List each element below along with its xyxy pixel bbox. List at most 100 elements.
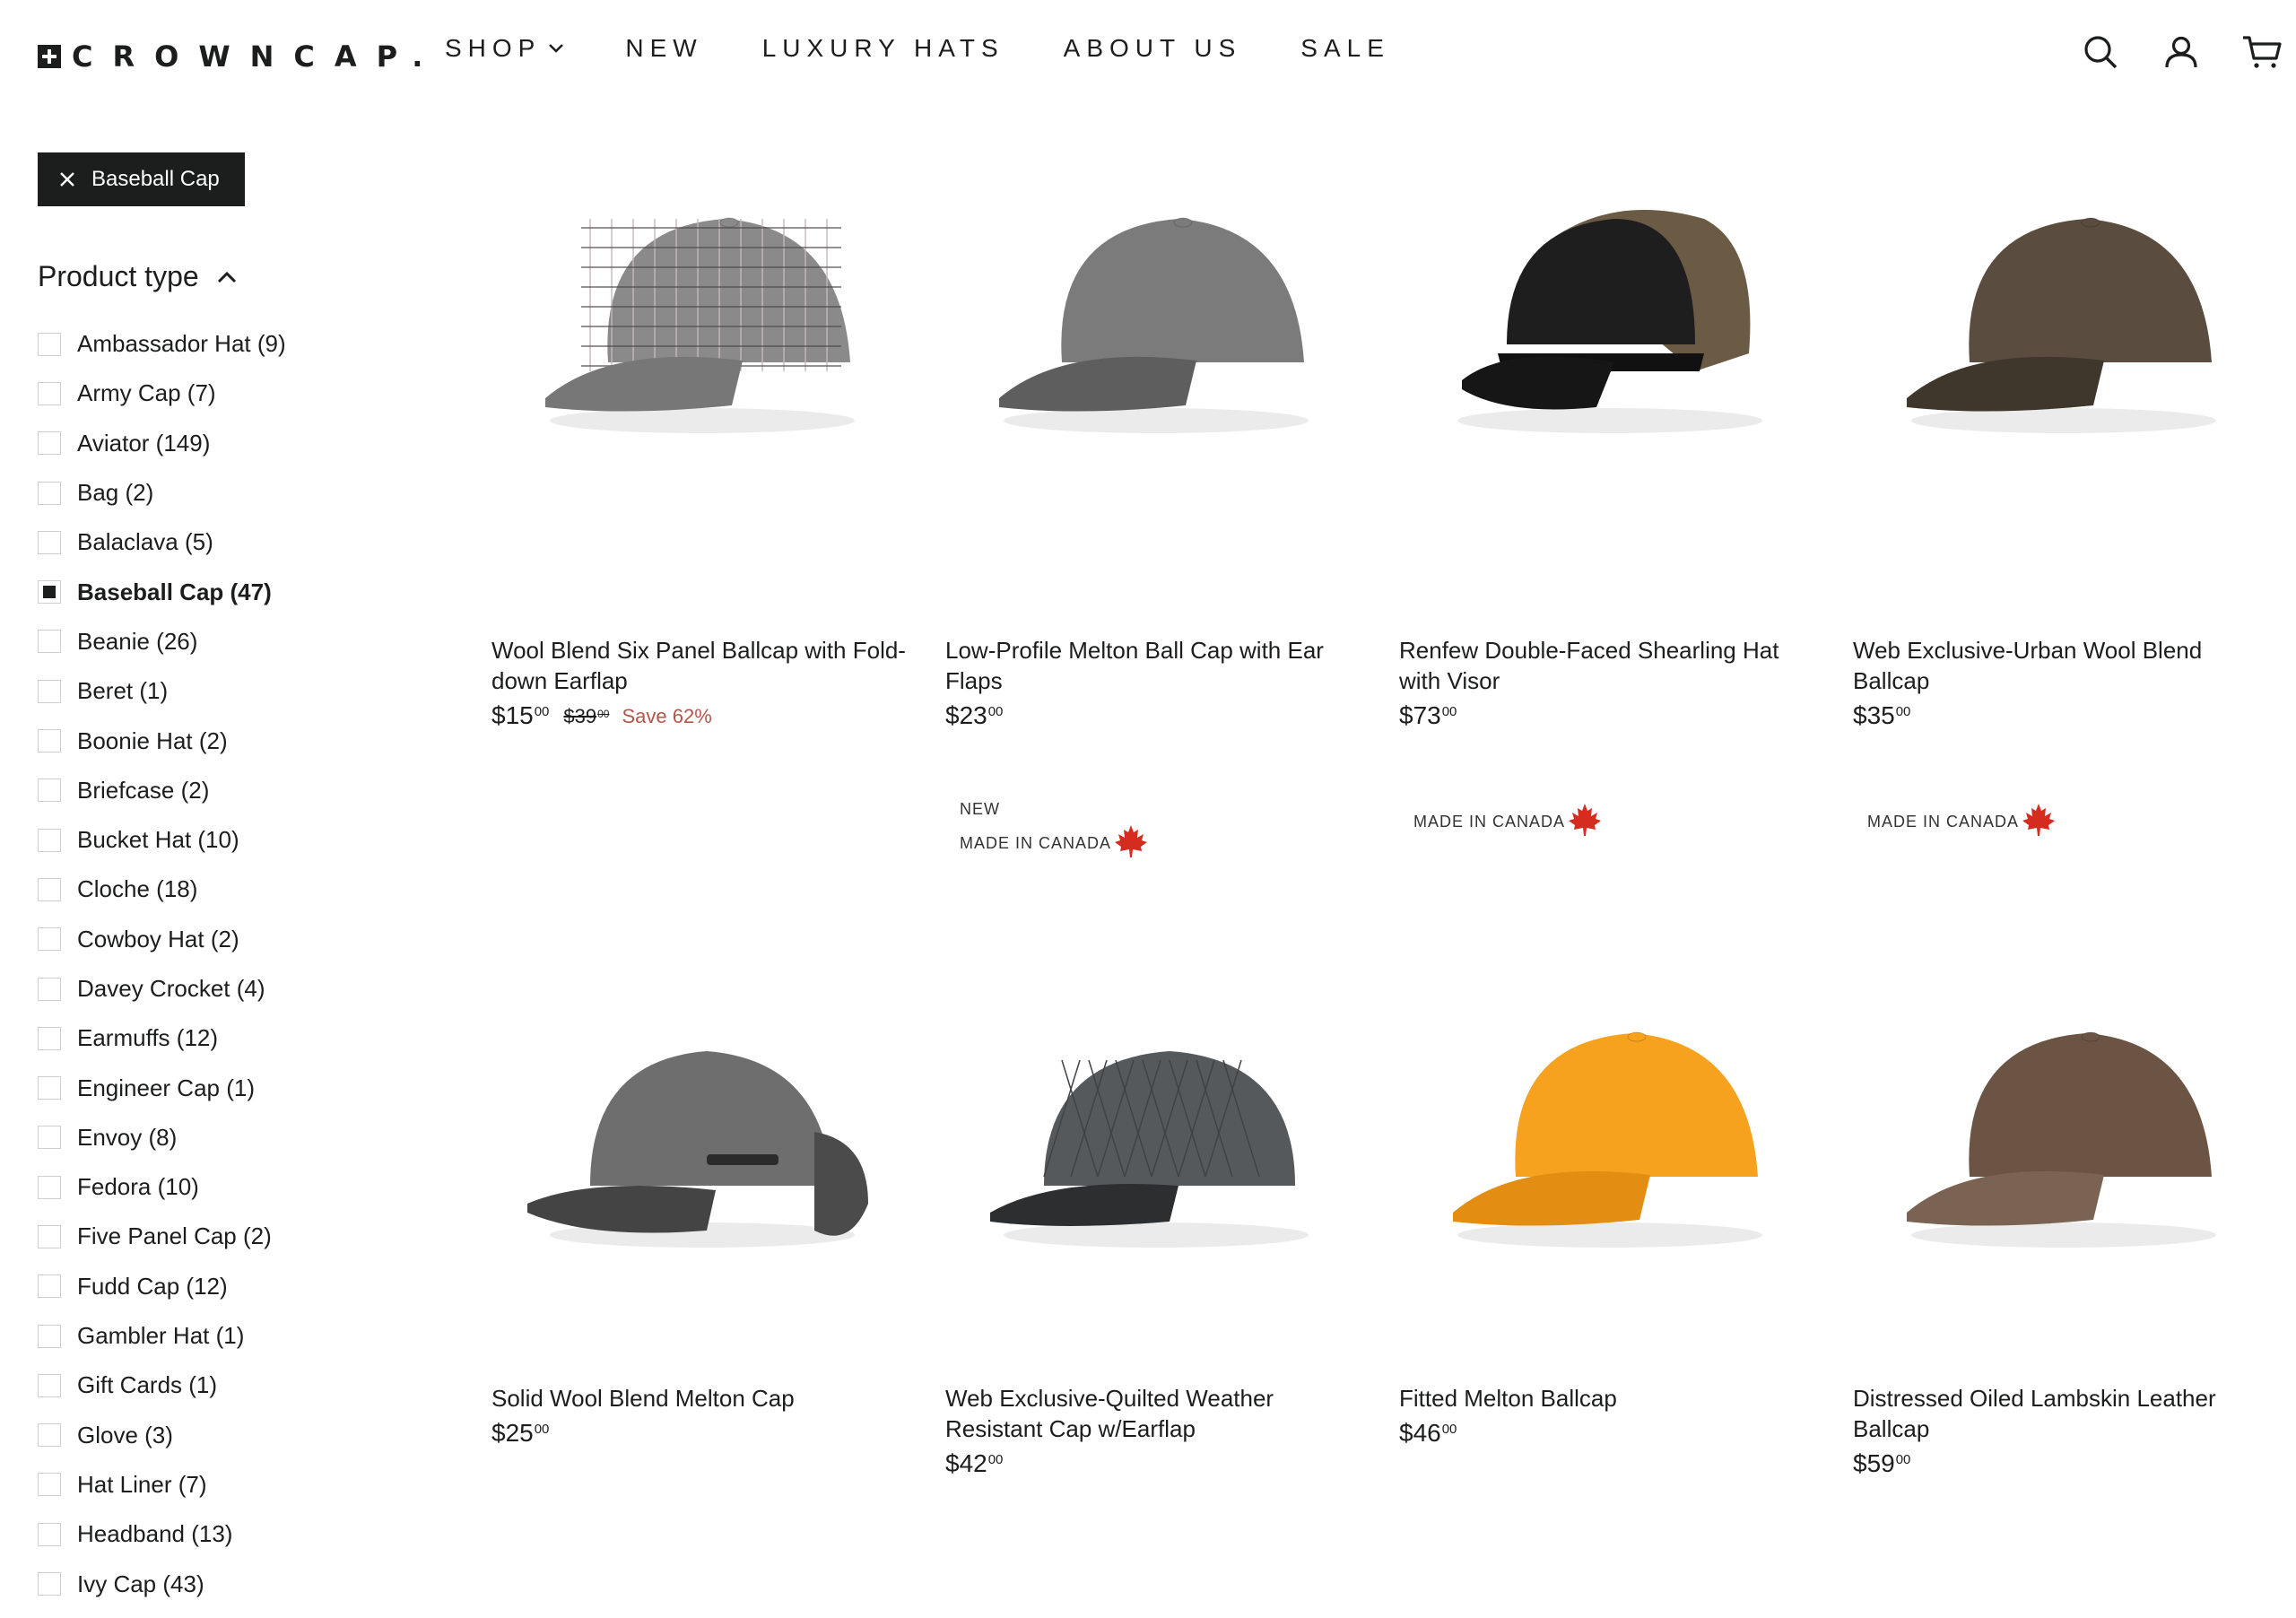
- filter-checkbox[interactable]: [38, 977, 61, 1001]
- product-image[interactable]: [1399, 961, 1821, 1383]
- product-title[interactable]: Distressed Oiled Lambskin Leather Ballca…: [1853, 1383, 2274, 1444]
- product-card[interactable]: Renfew Double-Faced Shearling Hat with V…: [1399, 147, 1821, 730]
- filter-checkbox[interactable]: [38, 927, 61, 952]
- filter-checkbox[interactable]: [38, 877, 61, 901]
- brand-logo[interactable]: CROWNCAP.: [38, 39, 442, 74]
- filter-checkbox[interactable]: [38, 828, 61, 852]
- nav-shop[interactable]: SHOP: [445, 34, 566, 63]
- filter-option[interactable]: Aviator (149): [38, 419, 414, 468]
- nav-about-us[interactable]: ABOUT US: [1064, 34, 1242, 63]
- filter-checkbox[interactable]: [38, 580, 61, 605]
- active-filter-chip[interactable]: Baseball Cap: [38, 152, 245, 206]
- filter-checkbox[interactable]: [38, 431, 61, 456]
- product-card[interactable]: Fitted Melton Ballcap $46 00: [1399, 961, 1821, 1448]
- filter-checkbox[interactable]: [38, 381, 61, 405]
- filter-product-type-toggle[interactable]: Product type: [38, 260, 237, 293]
- nav-new[interactable]: NEW: [625, 34, 702, 63]
- filter-checkbox[interactable]: [38, 1224, 61, 1248]
- product-image[interactable]: [1399, 147, 1821, 635]
- filter-checkbox[interactable]: [38, 1373, 61, 1397]
- product-card[interactable]: Low-Profile Melton Ball Cap with Ear Fla…: [945, 147, 1367, 730]
- product-title[interactable]: Renfew Double-Faced Shearling Hat with V…: [1399, 635, 1821, 696]
- product-card[interactable]: Wool Blend Six Panel Ballcap with Fold-d…: [491, 147, 913, 730]
- nav-sale[interactable]: SALE: [1300, 34, 1390, 63]
- filter-option[interactable]: Davey Crocket (4): [38, 964, 414, 1013]
- filter-checkbox[interactable]: [38, 729, 61, 753]
- product-title[interactable]: Solid Wool Blend Melton Cap: [491, 1383, 913, 1414]
- filter-option-label: Hat Liner (7): [77, 1470, 207, 1498]
- filter-option[interactable]: Earmuffs (12): [38, 1013, 414, 1063]
- filter-option[interactable]: Fedora (10): [38, 1162, 414, 1212]
- filter-checkbox[interactable]: [38, 1572, 61, 1596]
- filter-checkbox[interactable]: [38, 1423, 61, 1448]
- filter-option[interactable]: Beret (1): [38, 666, 414, 716]
- filter-option-label: Cowboy Hat (2): [77, 925, 239, 953]
- filter-checkbox[interactable]: [38, 481, 61, 505]
- close-icon: [60, 172, 74, 187]
- filter-checkbox[interactable]: [38, 779, 61, 803]
- product-image[interactable]: [491, 961, 913, 1383]
- made-in-canada-badge: MADE IN CANADA: [1867, 803, 2057, 839]
- filter-checkbox[interactable]: [38, 1324, 61, 1348]
- filter-option-label: Fedora (10): [77, 1173, 199, 1201]
- filter-option[interactable]: Baseball Cap (47): [38, 567, 414, 616]
- filter-checkbox[interactable]: [38, 1126, 61, 1150]
- filter-option[interactable]: Balaclava (5): [38, 518, 414, 567]
- filter-checkbox[interactable]: [38, 1274, 61, 1299]
- filter-option[interactable]: Beanie (26): [38, 617, 414, 666]
- filter-option[interactable]: Fudd Cap (12): [38, 1262, 414, 1311]
- filter-option[interactable]: Glove (3): [38, 1411, 414, 1460]
- filter-option-label: Davey Crocket (4): [77, 975, 265, 1002]
- filter-checkbox[interactable]: [38, 1026, 61, 1050]
- filter-option-label: Briefcase (2): [77, 776, 210, 804]
- product-image[interactable]: [1853, 147, 2274, 635]
- filter-option[interactable]: Cloche (18): [38, 865, 414, 914]
- product-card[interactable]: Web Exclusive-Urban Wool Blend Ballcap $3…: [1853, 147, 2274, 730]
- filter-option[interactable]: Ivy Cap (43): [38, 1559, 414, 1608]
- search-icon[interactable]: [2079, 30, 2122, 74]
- filter-option[interactable]: Engineer Cap (1): [38, 1063, 414, 1112]
- filter-checkbox[interactable]: [38, 630, 61, 654]
- filter-checkbox[interactable]: [38, 679, 61, 703]
- filter-option[interactable]: Bucket Hat (10): [38, 815, 414, 865]
- account-icon[interactable]: [2160, 30, 2203, 74]
- filter-option[interactable]: Ambassador Hat (9): [38, 319, 414, 369]
- product-title[interactable]: Fitted Melton Ballcap: [1399, 1383, 1821, 1414]
- nav-new-label: NEW: [625, 34, 703, 62]
- product-card[interactable]: Distressed Oiled Lambskin Leather Ballca…: [1853, 961, 2274, 1478]
- filter-option[interactable]: Envoy (8): [38, 1113, 414, 1162]
- filter-checkbox[interactable]: [38, 1522, 61, 1546]
- filter-option-label: Cloche (18): [77, 875, 198, 903]
- product-title[interactable]: Low-Profile Melton Ball Cap with Ear Fla…: [945, 635, 1367, 696]
- filter-option[interactable]: Bag (2): [38, 468, 414, 518]
- product-image[interactable]: [491, 147, 913, 635]
- filter-option[interactable]: Five Panel Cap (2): [38, 1212, 414, 1261]
- product-title[interactable]: Web Exclusive-Urban Wool Blend Ballcap: [1853, 635, 2274, 696]
- filter-option[interactable]: Jacket (9): [38, 1609, 414, 1618]
- nav-luxury-hats[interactable]: LUXURY HATS: [762, 34, 1004, 63]
- filter-option[interactable]: Cowboy Hat (2): [38, 915, 414, 964]
- filter-option[interactable]: Gift Cards (1): [38, 1361, 414, 1410]
- filter-checkbox[interactable]: [38, 332, 61, 356]
- filter-option[interactable]: Headband (13): [38, 1509, 414, 1559]
- filter-checkbox[interactable]: [38, 530, 61, 554]
- product-image[interactable]: [945, 961, 1367, 1383]
- save-badge: Save 62%: [622, 705, 712, 727]
- cart-icon[interactable]: [2240, 30, 2283, 74]
- filter-checkbox[interactable]: [38, 1175, 61, 1199]
- filter-option[interactable]: Hat Liner (7): [38, 1460, 414, 1509]
- product-image[interactable]: [945, 147, 1367, 635]
- filter-checkbox[interactable]: [38, 1076, 61, 1100]
- product-title[interactable]: Wool Blend Six Panel Ballcap with Fold-d…: [491, 635, 913, 696]
- product-image[interactable]: [1853, 961, 2274, 1383]
- filter-checkbox[interactable]: [38, 1473, 61, 1497]
- product-card[interactable]: Web Exclusive-Quilted Weather Resistant …: [945, 961, 1367, 1478]
- price-cents: 00: [1895, 704, 1911, 719]
- product-card[interactable]: Solid Wool Blend Melton Cap $25 00: [491, 961, 913, 1448]
- filter-option[interactable]: Briefcase (2): [38, 766, 414, 815]
- product-title[interactable]: Web Exclusive-Quilted Weather Resistant …: [945, 1383, 1367, 1444]
- product-price: $35 00: [1853, 701, 2274, 730]
- filter-option[interactable]: Army Cap (7): [38, 369, 414, 418]
- filter-option[interactable]: Boonie Hat (2): [38, 716, 414, 765]
- filter-option[interactable]: Gambler Hat (1): [38, 1311, 414, 1361]
